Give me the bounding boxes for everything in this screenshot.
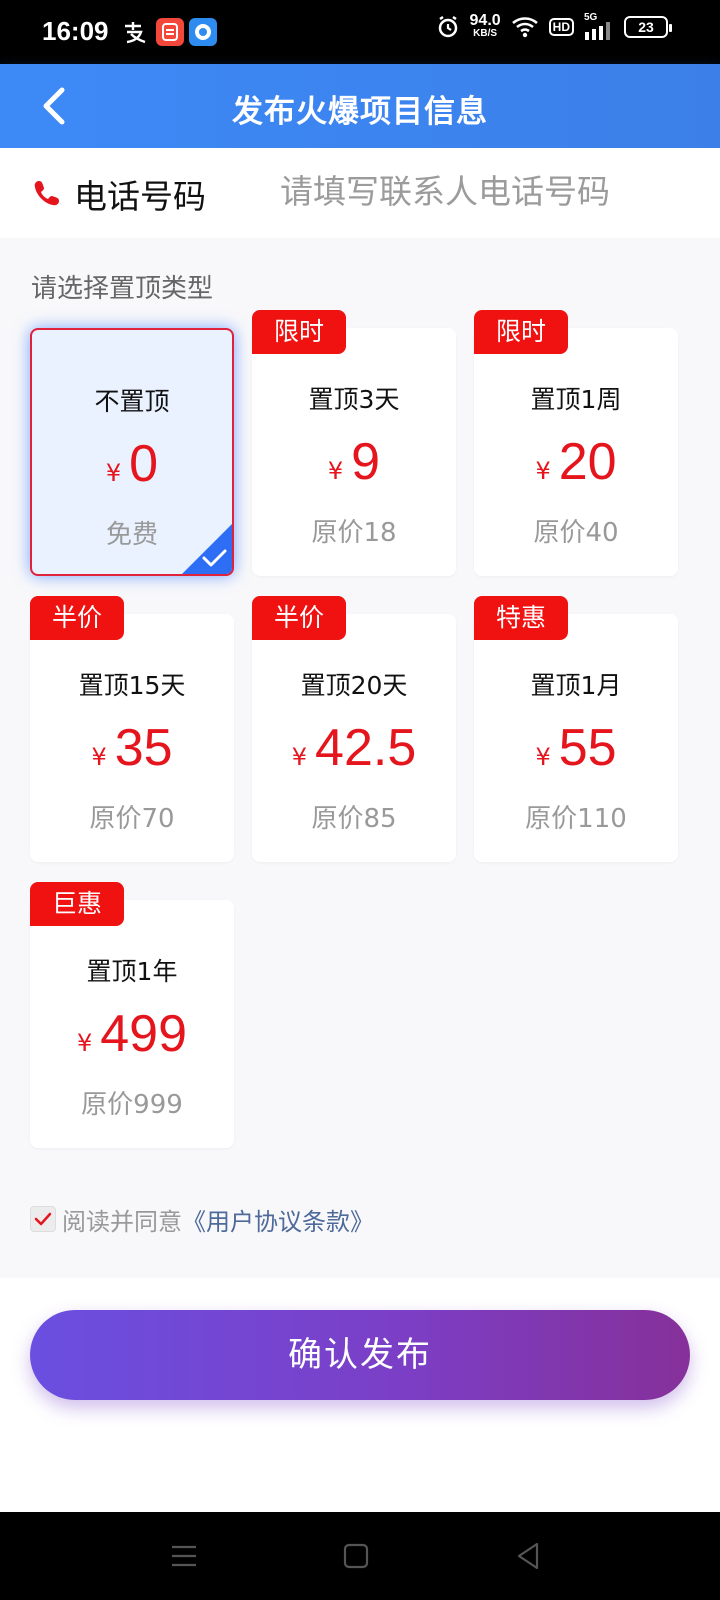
triangle-back-icon[interactable] [510, 1538, 546, 1574]
currency-symbol: ¥ [291, 743, 308, 771]
promo-badge: 半价 [30, 596, 124, 640]
phone-icon [34, 181, 59, 206]
promo-badge: 限时 [252, 310, 346, 354]
option-name: 置顶1年 [86, 957, 178, 986]
option-name: 置顶20天 [300, 671, 408, 700]
price-value: 42.5 [315, 719, 417, 777]
signal-indicator: 5G [584, 12, 614, 40]
phone-input[interactable] [280, 166, 690, 216]
status-time: 16:09 [42, 16, 109, 46]
option-original-price: 原价40 [533, 518, 619, 548]
phone-label: 电话号码 [74, 177, 206, 216]
network-speed: 94.0 KB/S [469, 12, 501, 40]
status-bar: 16:09 94.0 KB/S HD 5G 23 [0, 0, 720, 64]
alarm-icon [438, 15, 457, 38]
option-card-1year[interactable]: 巨惠 置顶1年 ¥499 原价999 [30, 882, 234, 1148]
option-price: ¥42.5 [252, 718, 456, 778]
check-corner-icon [182, 524, 232, 574]
agreement-row: 阅读并同意 《用户协议条款》 [30, 1202, 374, 1237]
top-app-bar: 发布火爆项目信息 [0, 64, 720, 148]
page-title: 发布火爆项目信息 [232, 94, 488, 130]
option-price: ¥20 [474, 432, 678, 492]
option-price: ¥55 [474, 718, 678, 778]
option-card-15days[interactable]: 半价 置顶15天 ¥35 原价70 [30, 596, 234, 862]
option-name: 置顶1周 [530, 385, 622, 414]
option-name: 置顶1月 [530, 671, 622, 700]
system-nav-bar [0, 1512, 720, 1600]
price-value: 55 [558, 719, 617, 777]
main-content: 请选择置顶类型 不置顶 ¥0 免费 限时 置顶3天 ¥9 原价18 限时 置顶1… [0, 238, 720, 1278]
option-card-20days[interactable]: 半价 置顶20天 ¥42.5 原价85 [252, 596, 456, 862]
pinduoduo-app-icon [156, 18, 184, 46]
speed-unit: KB/S [473, 28, 498, 39]
option-price: ¥499 [30, 1004, 234, 1064]
browser-app-icon [189, 18, 217, 46]
option-original-price: 原价110 [525, 804, 627, 834]
promo-badge: 限时 [474, 310, 568, 354]
option-card-none[interactable]: 不置顶 ¥0 免费 [30, 328, 234, 576]
signal-icon [585, 22, 610, 40]
confirm-publish-button[interactable]: 确认发布 [30, 1310, 690, 1400]
option-name: 不置顶 [94, 387, 170, 416]
promo-badge: 特惠 [474, 596, 568, 640]
bottom-action-bar: 确认发布 [0, 1278, 720, 1430]
price-value: 35 [114, 719, 173, 777]
agreement-checkbox[interactable] [30, 1206, 56, 1232]
bottom-spacer [0, 1430, 720, 1512]
option-original-price: 原价999 [81, 1090, 183, 1120]
hd-badge: HD [548, 18, 574, 36]
status-indicators: 94.0 KB/S HD 5G 23 [436, 12, 672, 40]
option-card-1week[interactable]: 限时 置顶1周 ¥20 原价40 [474, 310, 678, 576]
phone-field-row: 电话号码 [0, 148, 720, 238]
alipay-app-icon [125, 22, 146, 44]
user-agreement-link[interactable]: 《用户协议条款》 [182, 1202, 374, 1237]
option-price: ¥35 [30, 718, 234, 778]
price-value: 0 [129, 435, 159, 493]
check-icon [34, 1212, 52, 1226]
price-value: 499 [100, 1005, 188, 1063]
currency-symbol: ¥ [327, 457, 344, 485]
price-value: 20 [558, 433, 617, 491]
option-original-price: 原价70 [89, 804, 175, 834]
wifi-icon [511, 17, 538, 38]
option-card-3days[interactable]: 限时 置顶3天 ¥9 原价18 [252, 310, 456, 576]
currency-symbol: ¥ [535, 743, 551, 771]
option-price: ¥0 [32, 434, 232, 494]
option-original-price: 原价85 [311, 804, 397, 834]
section-title: 请选择置顶类型 [31, 274, 214, 304]
currency-symbol: ¥ [91, 743, 107, 771]
price-value: 9 [351, 433, 381, 491]
option-original-price: 原价18 [311, 518, 397, 548]
speed-value: 94.0 [469, 12, 501, 29]
option-name: 置顶3天 [308, 385, 400, 414]
promo-badge: 巨惠 [30, 882, 124, 926]
menu-icon[interactable] [166, 1538, 202, 1574]
promo-badge: 半价 [252, 596, 346, 640]
currency-symbol: ¥ [105, 459, 122, 487]
battery-indicator: 23 [624, 16, 672, 38]
currency-symbol: ¥ [76, 1029, 93, 1057]
option-card-1month[interactable]: 特惠 置顶1月 ¥55 原价110 [474, 596, 678, 862]
option-name: 置顶15天 [78, 671, 186, 700]
agreement-text: 阅读并同意 [62, 1207, 182, 1236]
option-price: ¥9 [252, 432, 456, 492]
home-square-icon[interactable] [338, 1538, 374, 1574]
currency-symbol: ¥ [535, 457, 551, 485]
